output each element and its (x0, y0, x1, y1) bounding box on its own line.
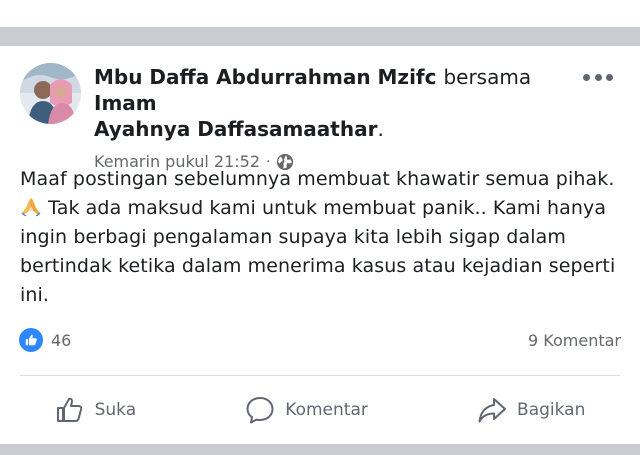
like-button[interactable]: Suka (55, 395, 137, 425)
comments-count-link[interactable]: 9 Komentar (528, 331, 621, 350)
more-options-button[interactable] (583, 70, 613, 84)
reactions-summary[interactable]: 46 (19, 328, 71, 352)
post-header: Mbu Daffa Abdurrahman Mzifc bersama Imam… (94, 64, 564, 171)
folded-hands-emoji-icon (20, 195, 42, 217)
author-name[interactable]: Mbu Daffa Abdurrahman Mzifc (94, 65, 436, 89)
like-label: Suka (94, 400, 137, 420)
more-dot (606, 73, 613, 81)
action-bar: Suka Komentar Bagikan (0, 388, 640, 432)
stats-divider (20, 375, 620, 376)
share-arrow-icon (478, 398, 507, 423)
tagged-suffix: . (377, 117, 384, 141)
post-screen: Mbu Daffa Abdurrahman Mzifc bersama Imam… (0, 0, 640, 455)
post-text-part1: Maaf postingan sebelumnya membuat khawat… (20, 168, 615, 190)
feed-separator-top (0, 27, 640, 46)
post-body: Maaf postingan sebelumnya membuat khawat… (20, 165, 620, 310)
author-line: Mbu Daffa Abdurrahman Mzifc bersama Imam… (94, 64, 564, 142)
comment-label: Komentar (285, 400, 368, 420)
with-text: bersama (443, 65, 532, 89)
more-dot (594, 73, 602, 81)
comment-bubble-icon (246, 397, 274, 424)
comment-button[interactable]: Komentar (245, 395, 368, 425)
like-icon (19, 328, 43, 352)
tagged-person-first[interactable]: Imam (94, 91, 157, 115)
top-band (0, 0, 640, 27)
author-avatar[interactable] (20, 63, 81, 124)
avatar-photo (20, 63, 81, 124)
post-text-part2: Tak ada maksud kami untuk membuat panik.… (20, 197, 616, 306)
reaction-count: 46 (51, 330, 72, 350)
share-label: Bagikan (517, 400, 586, 420)
share-button[interactable]: Bagikan (477, 395, 585, 425)
more-dot (583, 73, 590, 81)
tagged-person-rest[interactable]: Ayahnya Daffasamaathar (94, 117, 377, 141)
thumbs-up-icon (56, 397, 82, 422)
feed-separator-bottom (0, 444, 640, 455)
